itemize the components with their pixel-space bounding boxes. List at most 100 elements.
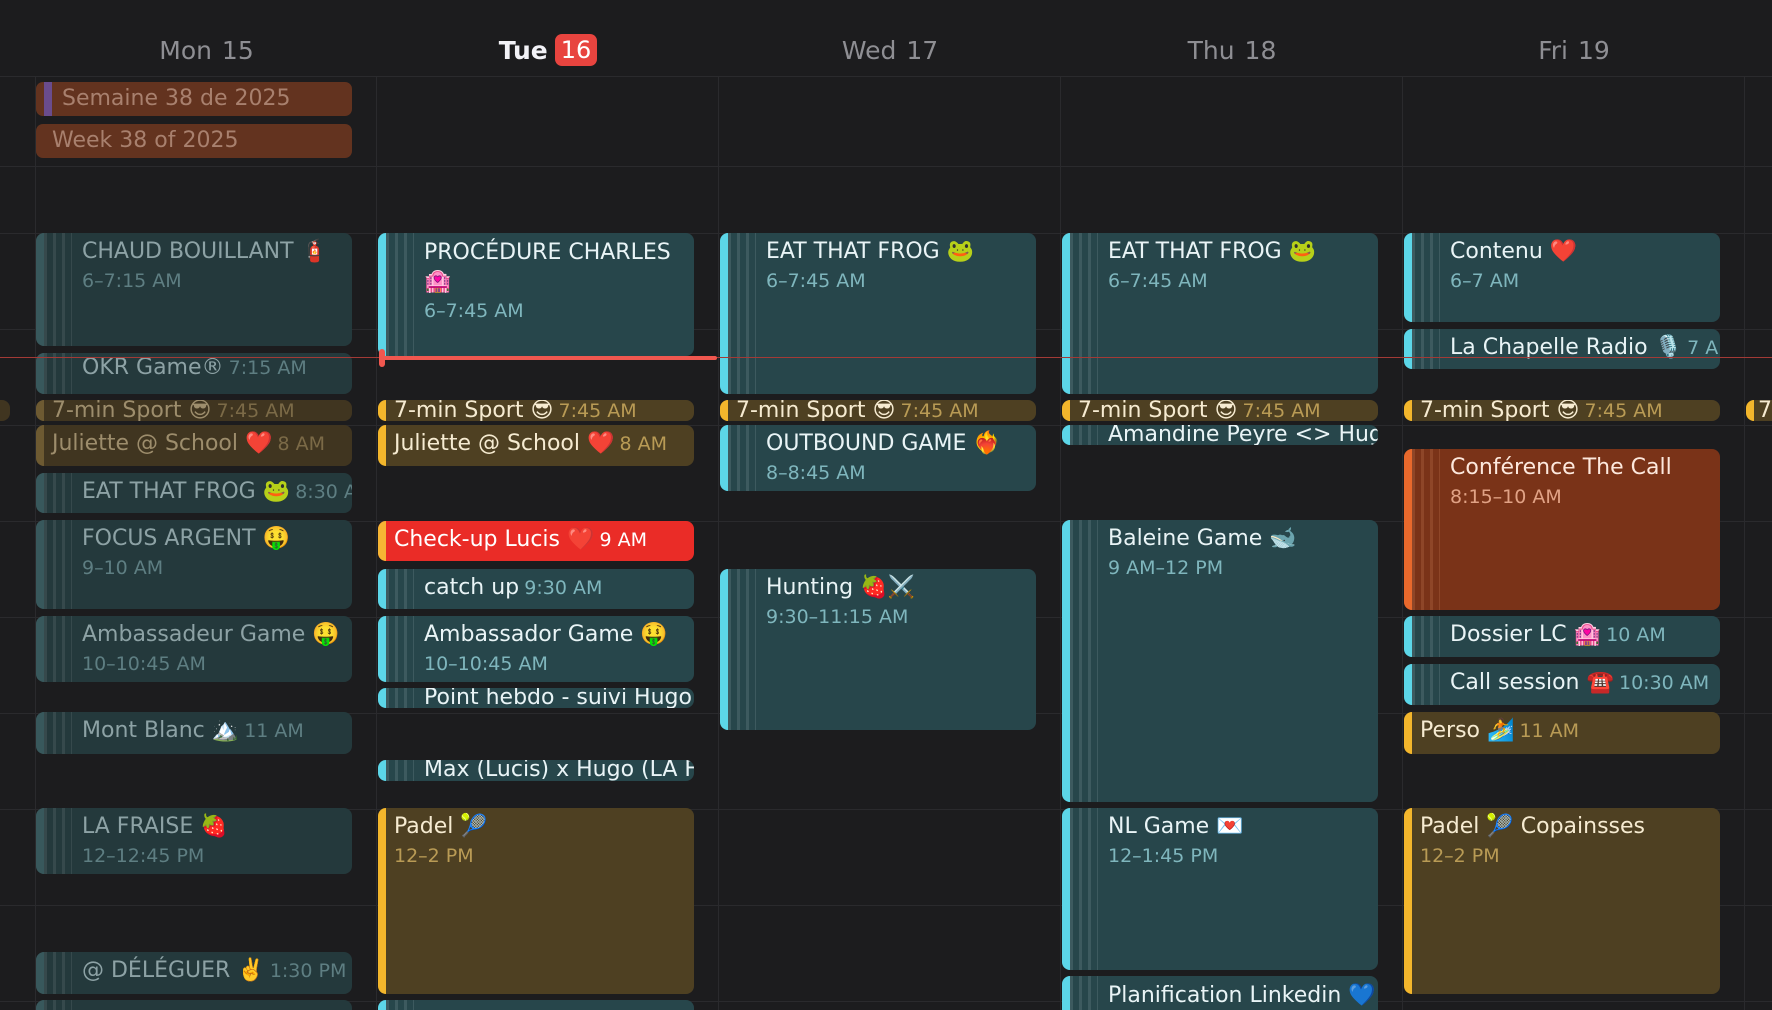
event-color-bar: [36, 353, 44, 394]
event-color-bar: [1062, 808, 1070, 970]
event-color-bar: [36, 952, 44, 994]
calendar-event[interactable]: Padel 🎾 12–2 PM: [378, 808, 694, 994]
calendar-event[interactable]: Juliette @ School ❤️ 8 AM: [36, 425, 352, 466]
tentative-stripes: [386, 760, 414, 781]
calendar-event-clipped[interactable]: 7: [1746, 400, 1772, 421]
calendar-event[interactable]: 7-min Sport 😎 7:45 AM: [720, 400, 1036, 421]
tentative-stripes: [386, 1000, 414, 1010]
calendar-event[interactable]: Juliette @ School ❤️ 8 AM: [378, 425, 694, 466]
event-color-bar: [378, 233, 386, 356]
event-time: 8:15–10 AM: [1450, 486, 1562, 508]
event-title: CHAUD BOUILLANT 🧯: [82, 239, 328, 264]
event-color-bar: [1404, 449, 1412, 610]
event-title: OKR Game®: [82, 355, 224, 380]
calendar-event[interactable]: LA FRAISE 🍓 12–12:45 PM: [36, 808, 352, 874]
event-time: 6–7:15 AM: [82, 270, 182, 292]
calendar-event[interactable]: EAT THAT FROG 🐸 8:30 AM: [36, 473, 352, 513]
event-time: 9 AM: [599, 529, 648, 551]
event-time: 10 AM: [1606, 624, 1666, 646]
calendar-event[interactable]: Dossier LC 🏩 10 AM: [1404, 616, 1720, 657]
event-title: Check-up Lucis ❤️: [394, 527, 595, 552]
event-time: 6–7:45 AM: [424, 300, 524, 322]
event-title: Baleine Game 🐋: [1108, 526, 1297, 551]
calendar-event[interactable]: CHAUD BOUILLANT 🧯 6–7:15 AM: [36, 233, 352, 346]
calendar-event[interactable]: 7-min Sport 😎 7:45 AM: [378, 400, 694, 421]
event-color-bar: [36, 1000, 44, 1010]
calendar-event[interactable]: Planification Linkedin 💙: [1062, 976, 1378, 1010]
event-time: 7 AM: [1687, 337, 1720, 359]
event-color-bar: [720, 569, 728, 730]
tentative-stripes: [1412, 616, 1440, 657]
calendar-event-clipped[interactable]: [0, 400, 10, 421]
calendar-event-highlighted[interactable]: Check-up Lucis ❤️ 9 AM: [378, 521, 694, 561]
day-header-tue-today[interactable]: Tue 16: [377, 30, 719, 70]
event-title: Ambassador Game 🤑: [424, 622, 668, 647]
calendar-event[interactable]: FOCUS ARGENT 🤑 9–10 AM: [36, 520, 352, 609]
allday-event[interactable]: Semaine 38 de 2025: [36, 82, 352, 116]
day-divider: [1744, 76, 1745, 1010]
current-time-indicator: [381, 356, 717, 360]
calendar-event[interactable]: Ambassador Game 🤑 10–10:45 AM: [378, 616, 694, 682]
calendar-event[interactable]: NL Game 💌 12–1:45 PM: [1062, 808, 1378, 970]
day-name: Fri: [1538, 35, 1569, 65]
event-title: EAT THAT FROG 🐸: [1108, 239, 1317, 264]
event-time: 1:30 PM: [269, 960, 347, 982]
event-time: 10:30 AM: [1618, 672, 1710, 694]
calendar-event[interactable]: Padel 🎾 Copainsses 12–2 PM: [1404, 808, 1720, 994]
day-header-mon[interactable]: Mon 15: [36, 30, 377, 70]
event-title: Juliette @ School ❤️: [52, 431, 273, 456]
day-name: Wed: [841, 35, 897, 65]
allday-divider: [0, 166, 1772, 167]
calendar-event[interactable]: Ambassadeur Game 🤑 10–10:45 AM: [36, 616, 352, 682]
calendar-event[interactable]: 7-min Sport 😎 7:45 AM: [1404, 400, 1720, 421]
event-title: 7-min Sport 😎: [736, 400, 896, 421]
calendar-event[interactable]: Conférence The Call 8:15–10 AM: [1404, 449, 1720, 610]
calendar-event[interactable]: Call session ☎️ 10:30 AM: [1404, 664, 1720, 705]
tentative-stripes: [44, 520, 72, 609]
day-header-fri[interactable]: Fri 19: [1403, 30, 1745, 70]
calendar-event[interactable]: 7-min Sport 😎 7:45 AM: [36, 400, 352, 421]
event-color-bar: [378, 616, 386, 682]
event-title: Call session ☎️: [1450, 670, 1614, 695]
calendar-event[interactable]: Point hebdo - suivi Hugo: [378, 688, 694, 708]
calendar-event[interactable]: OKR Game® 7:15 AM: [36, 353, 352, 394]
day-header-wed[interactable]: Wed 17: [719, 30, 1061, 70]
event-color-bar: [720, 233, 728, 394]
calendar-event-clipped[interactable]: [378, 1000, 694, 1010]
calendar-event[interactable]: EAT THAT FROG 🐸 6–7:45 AM: [720, 233, 1036, 394]
event-time: 7:45 AM: [558, 400, 637, 421]
event-color-bar: [1404, 808, 1412, 994]
event-title: Juliette @ School ❤️: [394, 431, 615, 456]
event-time: 12–1:45 PM: [1108, 845, 1219, 867]
calendar-event[interactable]: PROCÉDURE CHARLES 🏩 6–7:45 AM: [378, 233, 694, 356]
calendar-event[interactable]: catch up 9:30 AM: [378, 569, 694, 609]
event-color-bar: [378, 688, 386, 708]
calendar-event[interactable]: OUTBOUND GAME ❤️‍🔥 8–8:45 AM: [720, 425, 1036, 491]
calendar-event[interactable]: Hunting 🍓⚔️ 9:30–11:15 AM: [720, 569, 1036, 730]
event-color-bar: [1746, 400, 1754, 421]
calendar-event-clipped[interactable]: [36, 1000, 352, 1010]
event-title: Contenu ❤️: [1450, 239, 1578, 264]
allday-event[interactable]: Week 38 of 2025: [36, 124, 352, 158]
event-title: 7-min Sport 😎: [1078, 400, 1238, 421]
calendar-event[interactable]: EAT THAT FROG 🐸 6–7:45 AM: [1062, 233, 1378, 394]
calendar-event[interactable]: Baleine Game 🐋 9 AM–12 PM: [1062, 520, 1378, 802]
calendar-event[interactable]: La Chapelle Radio 🎙️ 7 AM: [1404, 329, 1720, 369]
event-title: Conférence The Call: [1450, 455, 1672, 480]
event-title: OUTBOUND GAME ❤️‍🔥: [766, 431, 1001, 456]
calendar-event[interactable]: Amandine Peyre <> Hugo: [1062, 425, 1378, 445]
day-number: 15: [221, 35, 254, 65]
calendar-event[interactable]: Mont Blanc 🏔️ 11 AM: [36, 712, 352, 754]
calendar-event[interactable]: Contenu ❤️ 6–7 AM: [1404, 233, 1720, 322]
day-header-thu[interactable]: Thu 18: [1061, 30, 1403, 70]
calendar-event[interactable]: 7-min Sport 😎 7:45 AM: [1062, 400, 1378, 421]
event-title: @ DÉLÉGUER ✌️: [82, 958, 265, 983]
calendar-event[interactable]: Perso 🏄 11 AM: [1404, 712, 1720, 754]
day-divider: [376, 76, 377, 1010]
event-title: 7: [1758, 400, 1772, 421]
event-color-bar: [720, 400, 728, 421]
today-badge: 16: [554, 34, 598, 66]
calendar-event[interactable]: @ DÉLÉGUER ✌️ 1:30 PM: [36, 952, 352, 994]
event-title: FOCUS ARGENT 🤑: [82, 526, 290, 551]
calendar-event[interactable]: Max (Lucis) x Hugo (LA F: [378, 760, 694, 781]
